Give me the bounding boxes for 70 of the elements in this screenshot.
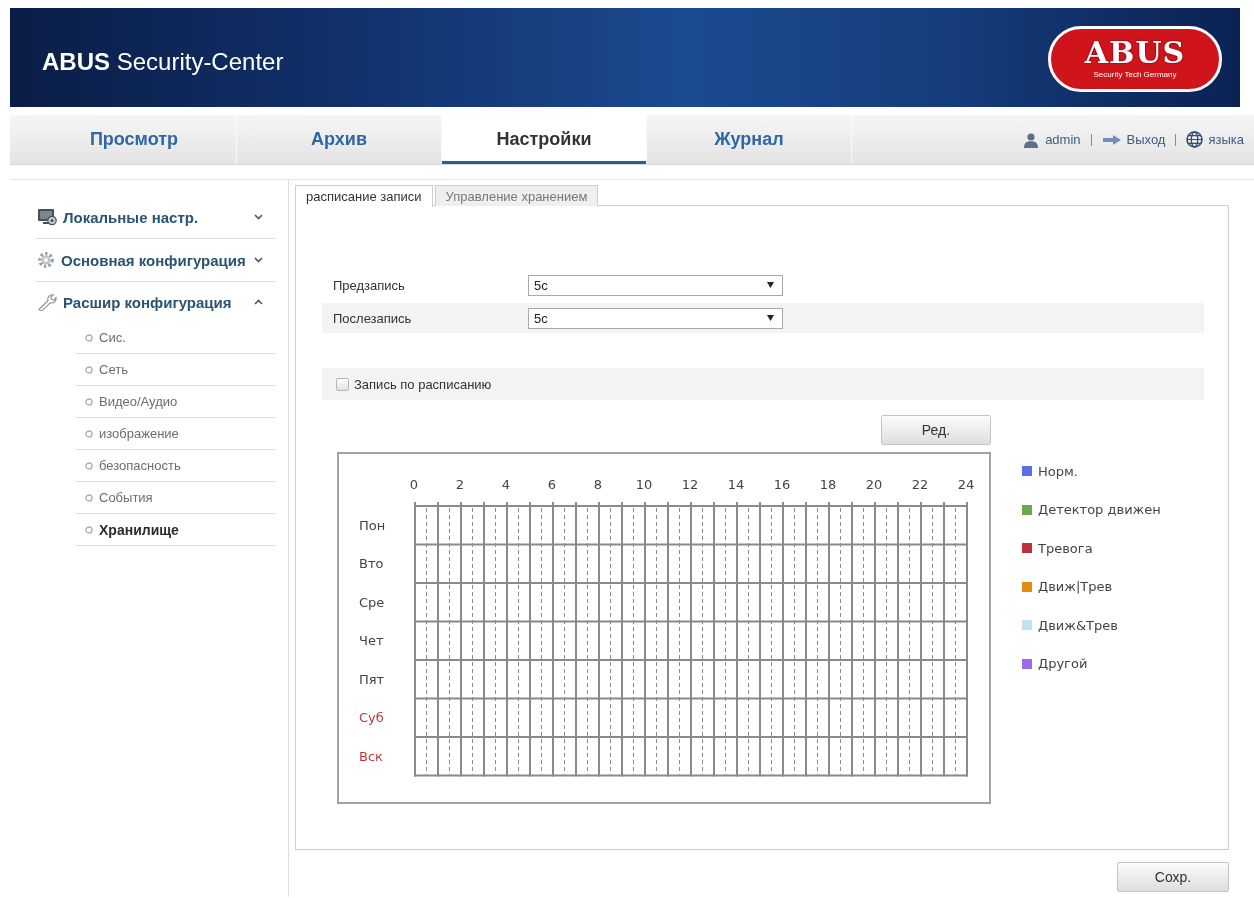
field-label: Послезапись — [333, 310, 413, 326]
logo-tagline: Security Tech Germany — [1093, 70, 1177, 80]
hour-label: 2 — [455, 476, 465, 492]
legend-label: Тревога — [1038, 540, 1093, 556]
logout-link[interactable]: Выход — [1126, 132, 1166, 147]
wrench-icon — [37, 293, 57, 311]
day-label: Пят — [359, 671, 385, 687]
day-label: Вто — [359, 556, 384, 572]
hour-label: 4 — [501, 476, 511, 492]
field-label: Предзапись — [333, 277, 406, 293]
legend-label: Движ&Трев — [1038, 617, 1118, 633]
hour-label: 12 — [681, 476, 699, 492]
sidebar-section[interactable]: Локальные настр. — [35, 196, 275, 239]
sidebar-item[interactable]: безопасность — [75, 450, 275, 482]
bullet-icon — [85, 461, 93, 470]
bullet-icon — [85, 365, 93, 374]
dropdown[interactable]: 5с — [528, 274, 783, 296]
sidebar-section[interactable]: Расшир конфигурация — [35, 282, 275, 322]
day-label: Вск — [359, 748, 383, 764]
legend-label: Норм. — [1038, 463, 1078, 479]
globe-icon — [1186, 131, 1204, 148]
day-label: Суб — [359, 710, 384, 726]
hour-label: 10 — [635, 476, 653, 492]
sidebar-item[interactable]: Сеть — [75, 354, 275, 386]
bullet-icon — [85, 429, 93, 438]
nav-tab[interactable]: Журнал — [647, 115, 852, 164]
hour-label: 14 — [727, 476, 745, 492]
app-title: ABUS Security-Center — [42, 47, 284, 76]
user-icon — [1023, 131, 1040, 148]
hour-label: 8 — [593, 476, 603, 492]
legend-label: Детектор движен — [1038, 502, 1161, 518]
logo-wordmark: ABUS — [1084, 37, 1186, 69]
sidebar-item[interactable]: изображение — [75, 418, 275, 450]
caret-icon — [767, 282, 774, 288]
save-button[interactable]: Сохр. — [1117, 862, 1229, 892]
sidebar-item[interactable]: Сис. — [75, 322, 275, 354]
hour-label: 20 — [865, 476, 883, 492]
monitor-icon — [37, 208, 57, 226]
bullet-icon — [85, 397, 93, 406]
checkbox[interactable] — [336, 377, 349, 391]
tab[interactable]: расписание записи — [295, 185, 433, 207]
tab[interactable]: Управление хранением — [434, 185, 599, 206]
sidebar-section[interactable]: Основная конфигурация — [35, 239, 275, 282]
hour-label: 18 — [819, 476, 837, 492]
hour-label: 6 — [547, 476, 557, 492]
hour-label: 16 — [773, 476, 791, 492]
bullet-icon — [85, 525, 93, 534]
day-label: Сре — [359, 594, 385, 610]
arrow-icon — [1101, 133, 1122, 146]
sidebar-item[interactable]: События — [75, 482, 275, 514]
day-label: Пон — [359, 517, 386, 533]
hour-label: 22 — [911, 476, 929, 492]
language-link[interactable]: языка — [1208, 132, 1244, 147]
legend-label: Другой — [1038, 656, 1088, 672]
nav-tab[interactable]: Настройки — [442, 115, 647, 164]
sidebar-item[interactable]: Хранилище — [75, 514, 275, 546]
sidebar-item[interactable]: Видео/Аудио — [75, 386, 275, 418]
legend-label: Движ|Трев — [1038, 579, 1113, 595]
nav-tab[interactable]: Просмотр — [32, 115, 237, 164]
hour-label: 0 — [409, 476, 419, 492]
day-label: Чет — [359, 633, 384, 649]
dropdown[interactable]: 5с — [528, 307, 783, 329]
username-link[interactable]: admin — [1045, 132, 1081, 147]
caret-icon — [767, 315, 774, 321]
gear-icon — [37, 251, 55, 269]
checkbox-label: Запись по расписанию — [354, 376, 492, 392]
bullet-icon — [85, 493, 93, 502]
hour-label: 24 — [957, 476, 975, 492]
edit-button[interactable]: Ред. — [881, 415, 991, 445]
bullet-icon — [85, 333, 93, 342]
